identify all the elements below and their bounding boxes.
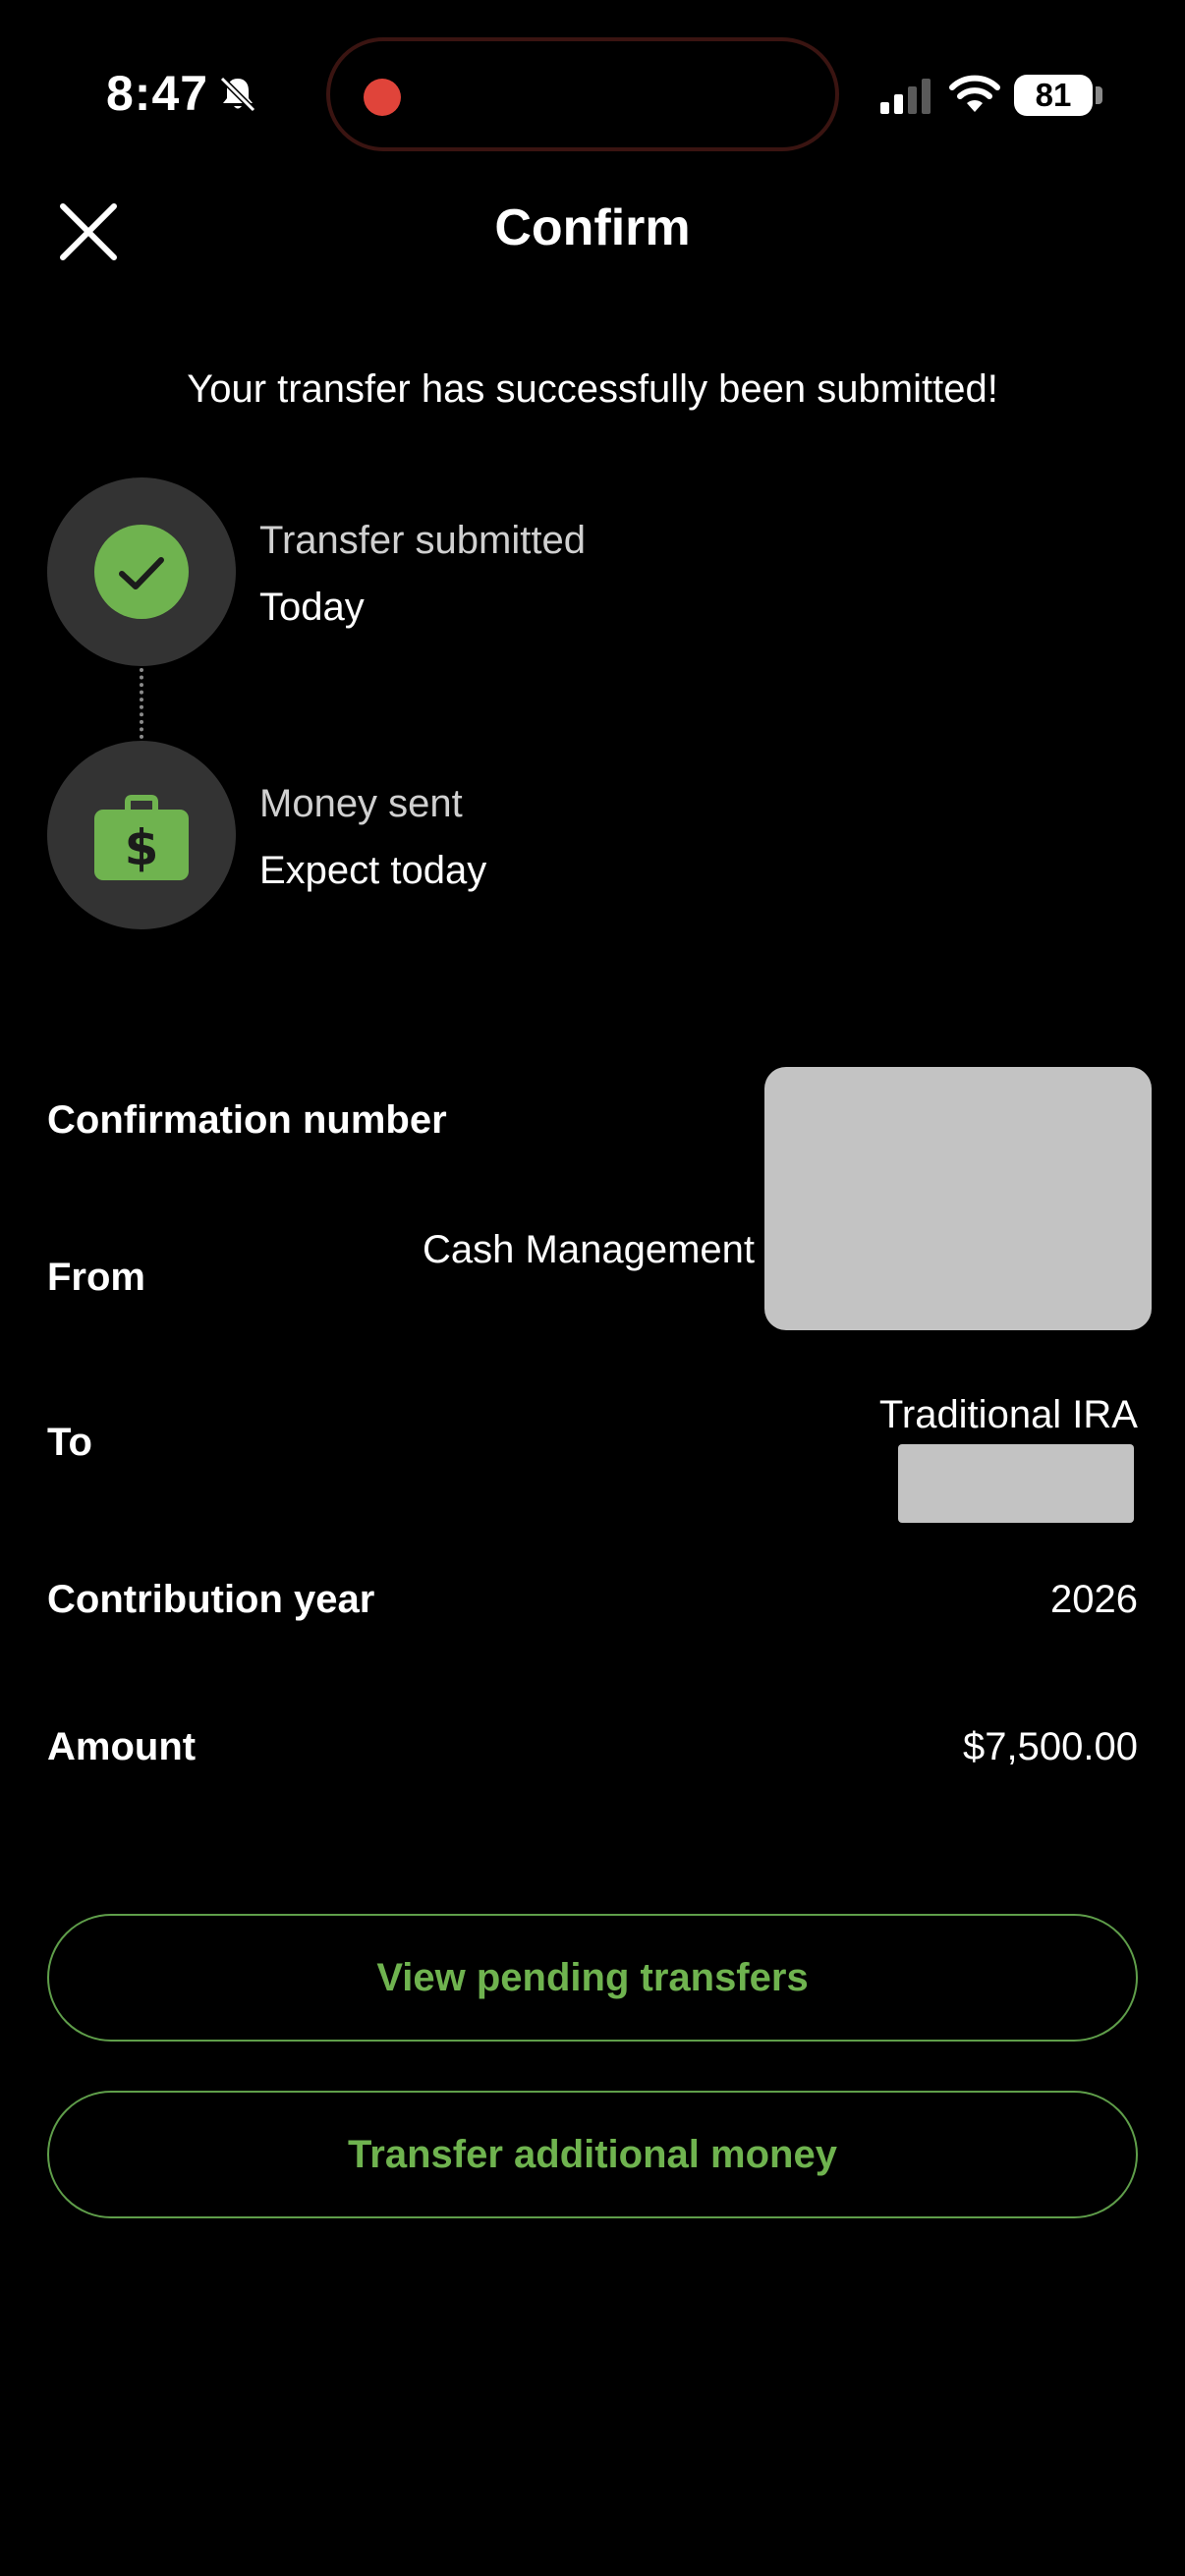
bell-slash-icon [219,76,256,113]
transfer-additional-money-button[interactable]: Transfer additional money [47,2091,1138,2218]
briefcase-dollar-icon: $ [94,795,189,880]
timeline-connector [140,668,143,739]
from-label: From [47,1256,145,1299]
battery-tip [1096,86,1102,104]
contribution-year-label: Contribution year [47,1578,375,1621]
view-pending-transfers-button[interactable]: View pending transfers [47,1914,1138,2042]
step-submitted-date: Today [259,586,365,629]
from-value: Cash Management [423,1228,755,1271]
step-submitted-label: Transfer submitted [259,519,586,562]
checkmark-icon [119,557,164,589]
confirmation-number-label: Confirmation number [47,1098,447,1142]
dynamic-island [326,37,839,151]
step-sent-circle: $ [47,741,236,929]
wifi-icon [949,75,1000,112]
page-title: Confirm [494,199,691,256]
check-badge [94,525,189,619]
redacted-confirmation-block [764,1067,1152,1330]
status-time: 8:47 [106,66,209,121]
recording-indicator [364,79,401,116]
to-value: Traditional IRA [878,1393,1138,1436]
step-sent-label: Money sent [259,782,463,825]
to-label: To [47,1421,92,1464]
signal-icon [880,79,931,114]
step-submitted-circle [47,477,236,666]
step-sent-date: Expect today [259,849,487,892]
redacted-account-number [898,1444,1134,1523]
amount-label: Amount [47,1725,197,1768]
contribution-year-value: 2026 [1050,1578,1138,1621]
amount-value: $7,500.00 [963,1725,1138,1768]
success-message: Your transfer has successfully been subm… [187,367,998,411]
svg-text:$: $ [125,819,159,876]
battery-indicator: 81 [1014,75,1093,116]
